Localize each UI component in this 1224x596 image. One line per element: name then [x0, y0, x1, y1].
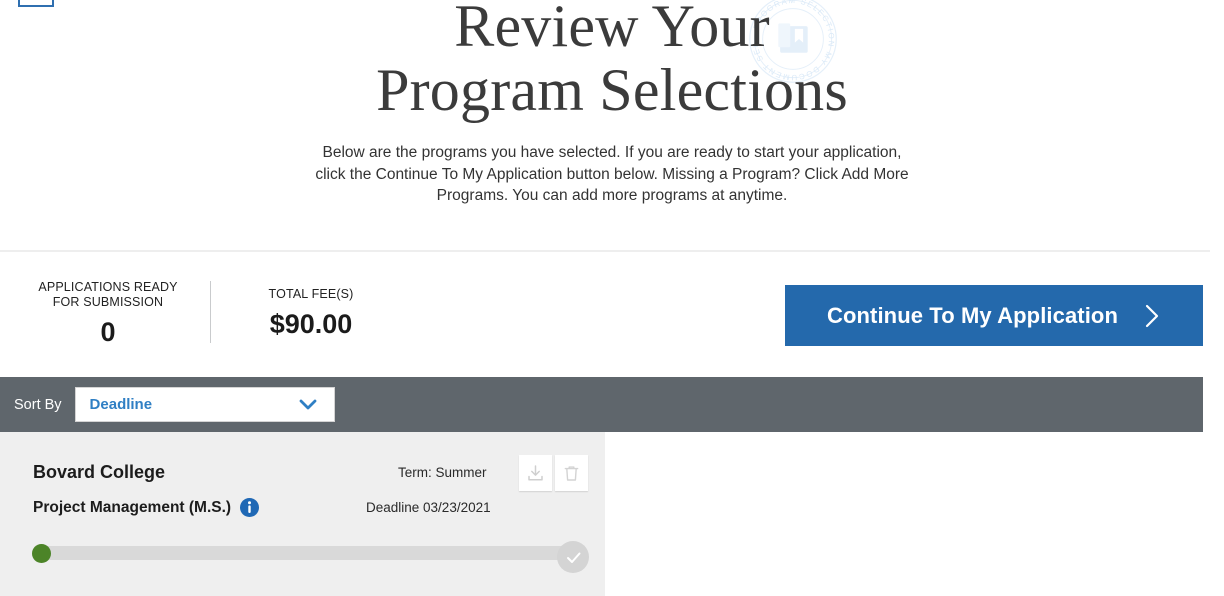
- progress-handle[interactable]: [32, 544, 51, 563]
- sort-by-select[interactable]: Deadline: [74, 387, 335, 422]
- download-button[interactable]: [519, 455, 552, 491]
- application-progress-bar[interactable]: [32, 544, 573, 563]
- stat-applications-ready: APPLICATIONS READY FOR SUBMISSION 0: [22, 280, 194, 347]
- progress-complete-indicator: [557, 541, 589, 573]
- progress-track: [32, 546, 573, 560]
- hero-description: Below are the programs you have selected…: [315, 144, 909, 204]
- sort-bar: Sort By Deadline: [0, 377, 1203, 432]
- stat-total-fees-value: $90.00: [269, 309, 353, 339]
- page-root: Add More Programs PROGRAM SELECTION MY D…: [0, 0, 1224, 596]
- stat-total-fees: TOTAL FEE(S) $90.00: [226, 287, 396, 339]
- stats-divider: [210, 281, 211, 343]
- stat-applications-ready-value: 0: [100, 317, 116, 347]
- check-circle-icon: [566, 552, 580, 563]
- program-school-name: Bovard College: [33, 462, 166, 482]
- trash-icon: [564, 465, 579, 481]
- program-deadline: Deadline 03/23/2021: [366, 500, 491, 515]
- continue-button-label: Continue To My Application: [826, 302, 1119, 328]
- stat-applications-ready-label: APPLICATIONS READY FOR SUBMISSION: [38, 280, 178, 309]
- sort-by-label: Sort By: [14, 396, 62, 413]
- hero-section: Review Your Program Selections Below are…: [0, 0, 1224, 207]
- page-title: Review Your Program Selections: [0, 0, 1224, 122]
- stat-total-fees-label: TOTAL FEE(S): [268, 287, 354, 301]
- hero-divider: [0, 250, 1210, 252]
- delete-button[interactable]: [555, 455, 588, 491]
- program-term: Term: Summer: [398, 465, 487, 480]
- chevron-right-icon: [1145, 304, 1159, 327]
- page-title-line1: Review Your: [454, 0, 770, 59]
- program-card: Bovard College Project Management (M.S.)…: [0, 432, 605, 596]
- program-name: Project Management (M.S.): [33, 498, 232, 516]
- chevron-down-icon: [299, 399, 316, 410]
- program-name-row: Project Management (M.S.): [33, 498, 260, 517]
- sort-by-selected-value: Deadline: [89, 396, 153, 413]
- download-icon: [528, 464, 543, 480]
- continue-to-my-application-button[interactable]: Continue To My Application: [785, 285, 1203, 346]
- info-icon[interactable]: [240, 498, 260, 517]
- page-title-line2: Program Selections: [376, 57, 848, 123]
- program-card-actions: [519, 455, 588, 491]
